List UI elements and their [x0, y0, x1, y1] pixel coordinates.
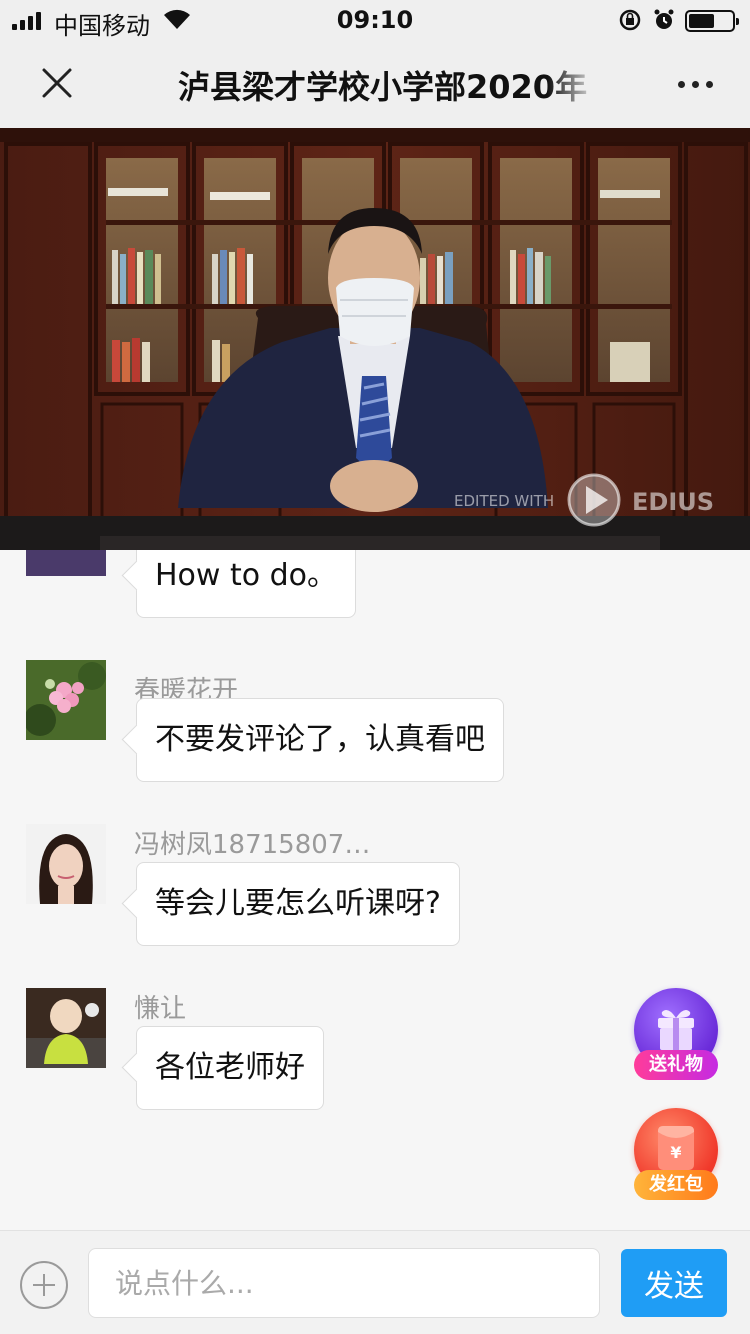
gift-label: 送礼物 — [634, 1050, 718, 1080]
comment-input[interactable] — [88, 1248, 600, 1318]
currency-symbol: ¥ — [670, 1143, 681, 1162]
avatar[interactable] — [26, 550, 106, 576]
avatar-baby — [26, 988, 106, 1068]
close-icon — [42, 68, 72, 98]
close-button[interactable] — [30, 56, 84, 110]
watermark-text: EDITED WITH — [454, 492, 554, 510]
avatar[interactable] — [26, 660, 106, 740]
avatar-flowers — [26, 660, 106, 740]
rotation-lock-icon — [619, 9, 641, 31]
battery-icon — [685, 10, 739, 32]
message-bubble: How to do。 — [136, 550, 357, 618]
avatar[interactable] — [26, 824, 106, 904]
avatar-portrait — [26, 824, 106, 904]
watermark-brand: EDIUS — [632, 488, 714, 516]
page-title: 泸县梁才学校小学部2020年 — [178, 68, 588, 106]
input-bar: 发送 — [0, 1230, 750, 1334]
message-bubble: 不要发评论了，认真看吧 — [136, 698, 504, 782]
video-frame: EDITED WITH EDIUS — [0, 128, 750, 550]
more-icon — [677, 80, 685, 88]
red-packet-label: 发红包 — [634, 1170, 718, 1200]
alarm-icon — [654, 9, 674, 29]
sender-name: 慊让 — [134, 994, 187, 1024]
red-packet-button[interactable]: ¥ 发红包 — [634, 1108, 718, 1208]
message-bubble: 各位老师好 — [136, 1026, 324, 1110]
sender-name: 冯树凤18715807… — [134, 830, 371, 860]
nav-bar: 泸县梁才学校小学部2020年 — [0, 40, 750, 128]
live-video[interactable]: EDITED WITH EDIUS — [0, 128, 750, 550]
send-gift-button[interactable]: 送礼物 — [634, 988, 718, 1088]
plus-button[interactable] — [20, 1261, 68, 1309]
more-button[interactable] — [668, 64, 722, 104]
message-bubble: 等会儿要怎么听课呀? — [136, 862, 460, 946]
send-button[interactable]: 发送 — [621, 1249, 727, 1317]
status-bar: 中国移动 09:10 — [0, 0, 750, 40]
avatar[interactable] — [26, 988, 106, 1068]
